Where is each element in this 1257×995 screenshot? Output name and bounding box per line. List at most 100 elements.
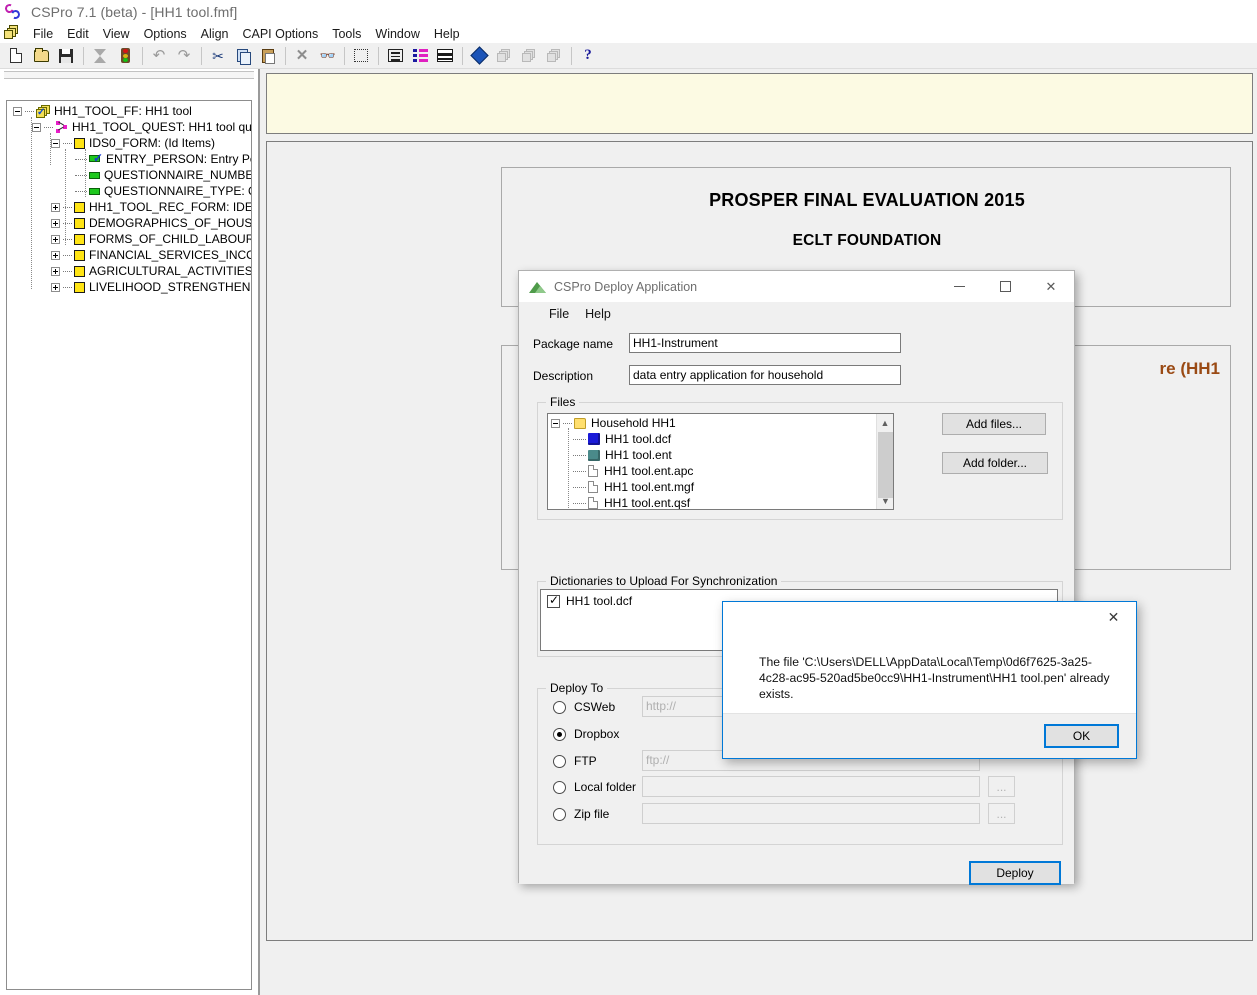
- find-binoculars-icon[interactable]: 👓: [315, 45, 339, 67]
- minimize-icon[interactable]: [936, 271, 982, 302]
- menu-item-tools[interactable]: Tools: [325, 26, 368, 42]
- tree-node-ids0-form[interactable]: IDS0_FORM: (Id Items): [7, 135, 251, 151]
- files-tree-row[interactable]: HH1 tool.ent.apc: [548, 463, 893, 479]
- radio-local-folder[interactable]: Local folder: [553, 780, 636, 794]
- files-tree[interactable]: Household HH1 HH1 tool.dcf HH1 tool.ent: [547, 413, 894, 510]
- dialog-menu-help[interactable]: Help: [577, 305, 619, 323]
- undo-icon[interactable]: ↶: [147, 45, 171, 67]
- traffic-light-icon[interactable]: [113, 45, 137, 67]
- select-region-icon[interactable]: [349, 45, 373, 67]
- radio-csweb[interactable]: CSWeb: [553, 700, 615, 714]
- radio-dropbox[interactable]: Dropbox: [553, 727, 619, 741]
- tree-node-questionnaire-number[interactable]: QUESTIONNAIRE_NUMBER:: [7, 167, 251, 183]
- color-list-icon[interactable]: [408, 45, 432, 67]
- panel-splitter[interactable]: [4, 71, 254, 79]
- tree-expander-icon[interactable]: [51, 202, 60, 212]
- radio-zip-file[interactable]: Zip file: [553, 807, 609, 821]
- green-field-icon: [89, 171, 100, 179]
- radio-icon[interactable]: [553, 780, 566, 794]
- files-tree-label: HH1 tool.dcf: [605, 432, 672, 446]
- tree-expander-icon[interactable]: [51, 234, 60, 244]
- tree-expander-icon[interactable]: [51, 250, 60, 260]
- tree-expander-icon[interactable]: [32, 122, 41, 132]
- help-question-icon[interactable]: ?: [576, 45, 600, 67]
- files-tree-row[interactable]: HH1 tool.ent.mgf: [548, 479, 893, 495]
- save-file-icon[interactable]: [54, 45, 78, 67]
- blue-diamond-icon[interactable]: [467, 45, 491, 67]
- tree-node-hh1-tool-rec-form[interactable]: HH1_TOOL_REC_FORM: IDENTI: [7, 199, 251, 215]
- files-tree-row[interactable]: Household HH1: [548, 415, 893, 431]
- tree-node-hh1-tool-ff[interactable]: ✓ HH1_TOOL_FF: HH1 tool: [7, 103, 251, 119]
- tree-expander-icon[interactable]: [51, 218, 60, 228]
- tree-node-hh1-tool-quest[interactable]: HH1_TOOL_QUEST: HH1 tool questio: [7, 119, 251, 135]
- zip-file-input[interactable]: [642, 803, 980, 824]
- close-icon[interactable]: ✕: [1028, 271, 1074, 302]
- open-file-icon[interactable]: [29, 45, 53, 67]
- copy-icon[interactable]: [231, 45, 255, 67]
- paste-icon[interactable]: [256, 45, 280, 67]
- radio-icon[interactable]: [553, 807, 566, 821]
- files-tree-scrollbar[interactable]: ▲ ▼: [876, 414, 893, 509]
- stack-copy-2-icon[interactable]: [517, 45, 541, 67]
- dictionary-checkbox-row[interactable]: HH1 tool.dcf: [547, 593, 632, 608]
- dialog-menu-file[interactable]: File: [541, 305, 577, 323]
- scroll-down-icon[interactable]: ▼: [877, 492, 893, 509]
- hourglass-icon[interactable]: [88, 45, 112, 67]
- stack-copy-3-icon[interactable]: [542, 45, 566, 67]
- add-files-button[interactable]: Add files...: [942, 413, 1046, 435]
- local-folder-input[interactable]: [642, 776, 980, 797]
- scroll-up-icon[interactable]: ▲: [877, 414, 893, 431]
- menu-item-options[interactable]: Options: [137, 26, 194, 42]
- form-file-checked-icon: ✓: [36, 104, 51, 118]
- tree-expander-icon[interactable]: [51, 282, 60, 292]
- files-tree-row[interactable]: HH1 tool.ent: [548, 447, 893, 463]
- maximize-icon[interactable]: [982, 271, 1028, 302]
- form-tree[interactable]: ✓ HH1_TOOL_FF: HH1 tool HH1_TOOL_QUEST: …: [6, 100, 252, 990]
- close-icon[interactable]: ✕: [1091, 602, 1136, 632]
- delete-x-icon[interactable]: ✕: [290, 45, 314, 67]
- package-name-input[interactable]: HH1-Instrument: [629, 333, 901, 353]
- tree-expander-icon[interactable]: [13, 106, 22, 116]
- cut-icon[interactable]: ✂: [206, 45, 230, 67]
- files-tree-row[interactable]: HH1 tool.dcf: [548, 431, 893, 447]
- tree-node-entry-person[interactable]: ✓ ENTRY_PERSON: Entry Perso: [7, 151, 251, 167]
- local-folder-browse-button[interactable]: ...: [988, 776, 1015, 797]
- new-file-icon[interactable]: [4, 45, 28, 67]
- menu-item-help[interactable]: Help: [427, 26, 467, 42]
- tree-node-livelihood-strengthened[interactable]: LIVELIHOOD_STRENGTHENED_: [7, 279, 251, 295]
- menu-item-align[interactable]: Align: [194, 26, 236, 42]
- menu-item-window[interactable]: Window: [368, 26, 426, 42]
- deploy-button[interactable]: Deploy: [969, 861, 1061, 885]
- toolbar-separator: [285, 46, 286, 65]
- ok-button[interactable]: OK: [1044, 724, 1119, 748]
- stack-copy-1-icon[interactable]: [492, 45, 516, 67]
- zip-file-browse-button[interactable]: ...: [988, 803, 1015, 824]
- dialog-titlebar: CSPro Deploy Application ✕: [519, 271, 1074, 302]
- tree-expander-icon[interactable]: [51, 138, 60, 148]
- tree-node-financial-services[interactable]: FINANCIAL_SERVICES_INCOME_: [7, 247, 251, 263]
- add-folder-button[interactable]: Add folder...: [942, 452, 1048, 474]
- toolbar-separator: [462, 46, 463, 65]
- description-input[interactable]: data entry application for household: [629, 365, 901, 385]
- tree-expander-icon[interactable]: [51, 266, 60, 276]
- radio-ftp[interactable]: FTP: [553, 754, 597, 768]
- radio-icon[interactable]: [553, 700, 566, 714]
- files-tree-row[interactable]: HH1 tool.ent.qsf: [548, 495, 893, 509]
- radio-icon[interactable]: [553, 754, 566, 768]
- menu-item-view[interactable]: View: [96, 26, 137, 42]
- checkbox-icon[interactable]: [547, 593, 560, 608]
- tree-node-forms-of-child-labour[interactable]: FORMS_OF_CHILD_LABOUR_IN: [7, 231, 251, 247]
- menu-item-capi-options[interactable]: CAPI Options: [235, 26, 325, 42]
- menu-item-file[interactable]: File: [26, 26, 60, 42]
- list-view-icon[interactable]: [383, 45, 407, 67]
- redo-icon[interactable]: ↷: [172, 45, 196, 67]
- radio-icon[interactable]: [553, 727, 566, 741]
- tree-node-agricultural-activities[interactable]: AGRICULTURAL_ACTIVITIES_AS: [7, 263, 251, 279]
- toolbar-separator: [571, 46, 572, 65]
- tree-node-questionnaire-type[interactable]: QUESTIONNAIRE_TYPE: Qu: [7, 183, 251, 199]
- tree-node-demographics[interactable]: DEMOGRAPHICS_OF_HOUSEHO: [7, 215, 251, 231]
- scrollbar-thumb[interactable]: [878, 432, 893, 498]
- menu-item-edit[interactable]: Edit: [60, 26, 96, 42]
- row-layout-icon[interactable]: [433, 45, 457, 67]
- tree-expander-icon[interactable]: [551, 418, 560, 428]
